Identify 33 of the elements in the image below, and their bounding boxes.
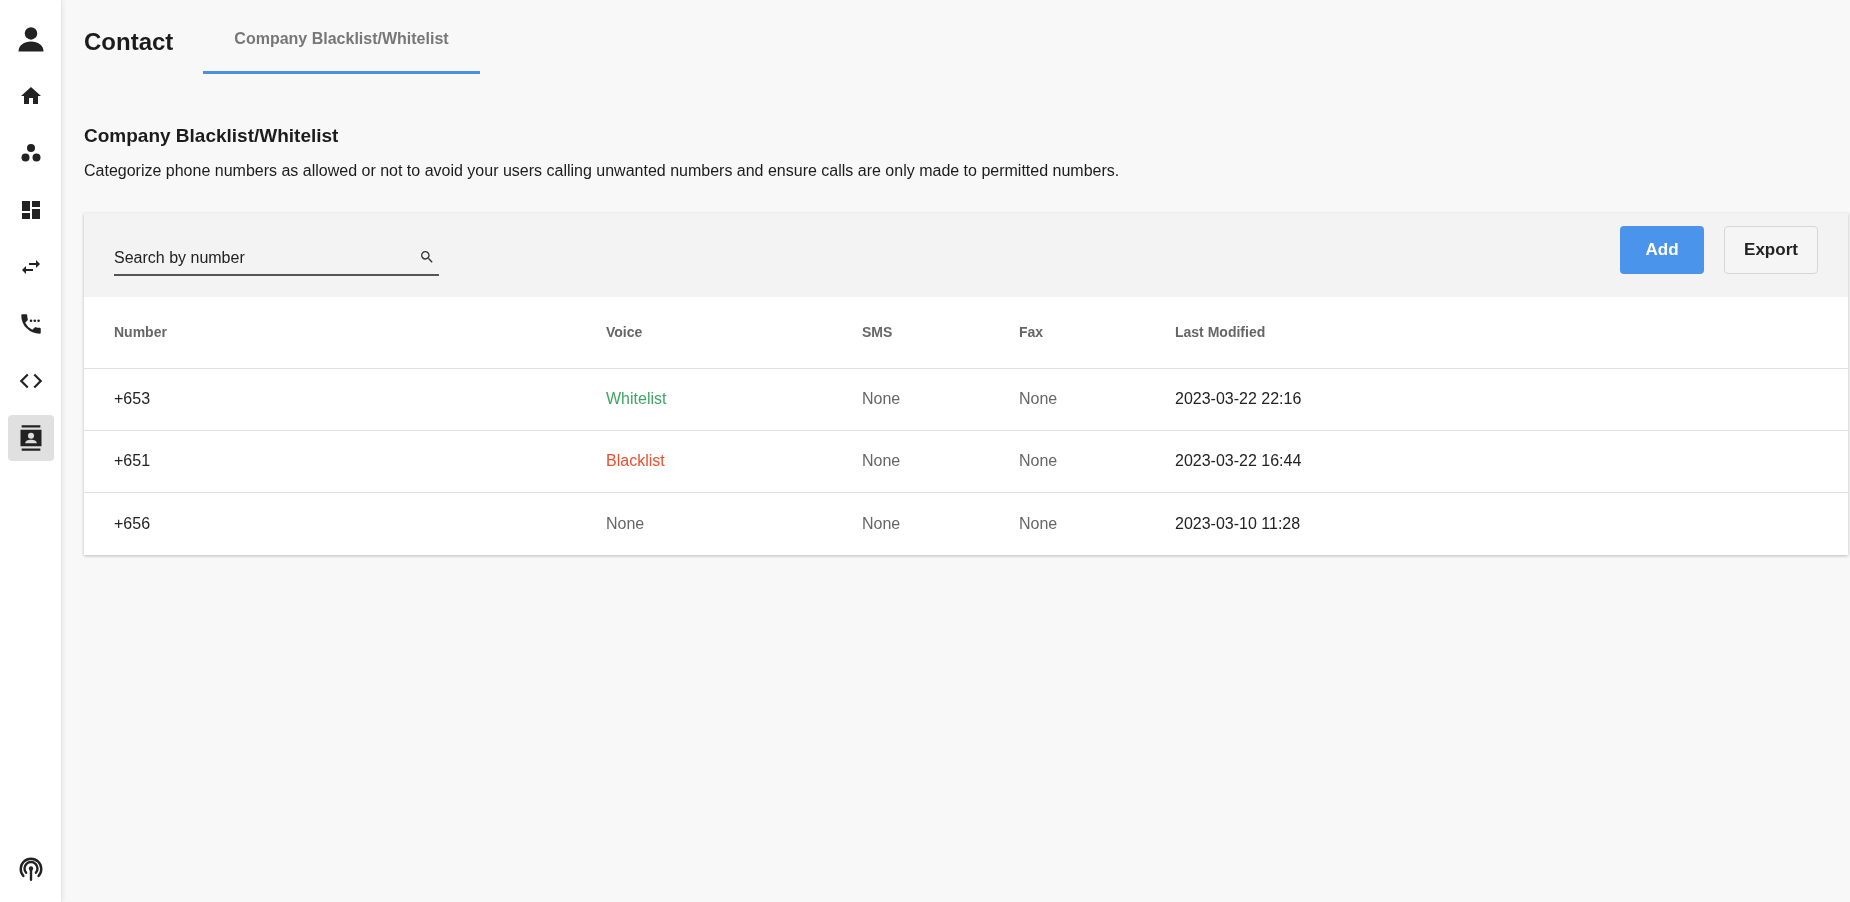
person-icon	[15, 24, 46, 54]
table-cell: None	[862, 390, 901, 407]
table-cell: +651	[114, 452, 151, 469]
column-header: SMS	[862, 323, 893, 340]
section-title: Company Blacklist/Whitelist	[84, 124, 340, 148]
table-cell: 2023-03-10 11:28	[1175, 514, 1301, 532]
table-cell: Blacklist	[606, 452, 665, 469]
table-cell: 2023-03-22 22:16	[1175, 390, 1302, 407]
table-row[interactable]: +656 None None None 2023-03-10 11:28	[84, 492, 1848, 555]
section-description: Categorize phone numbers as allowed or not to avoid your users calling unwanted numbers and ensure calls are only made to permitted numbers.	[84, 160, 1121, 181]
export-button[interactable]: Export	[1724, 225, 1818, 274]
search-field[interactable]: Search by number	[114, 245, 439, 276]
table-row[interactable]: +651 Blacklist None None 2023-03-22 16:44	[84, 430, 1848, 493]
table-cell: 2023-03-22 16:44	[1175, 452, 1302, 469]
antenna-icon[interactable]	[17, 856, 44, 882]
table-cell: None	[606, 514, 645, 532]
table-cell: None	[862, 452, 901, 469]
table-cell: +656	[114, 514, 151, 532]
column-header: Last Modified	[1175, 323, 1266, 340]
tab[interactable]: Company Blacklist/Whitelist	[203, 27, 480, 74]
column-header: Fax	[1019, 323, 1044, 340]
page-title: Contact	[84, 27, 174, 57]
table-row[interactable]: +653 Whitelist None None 2023-03-22 22:16	[84, 368, 1848, 431]
column-header: Voice	[606, 323, 643, 340]
table-cell: None	[1019, 452, 1058, 469]
sidebar-item[interactable]	[7, 415, 54, 461]
column-header: Number	[114, 323, 167, 340]
table-cell: None	[1019, 390, 1058, 407]
table-cell: +653	[114, 390, 151, 407]
table-cell: None	[1019, 514, 1058, 532]
table-cell: Whitelist	[606, 390, 667, 407]
search-icon	[419, 248, 435, 265]
table-cell: None	[862, 514, 901, 532]
